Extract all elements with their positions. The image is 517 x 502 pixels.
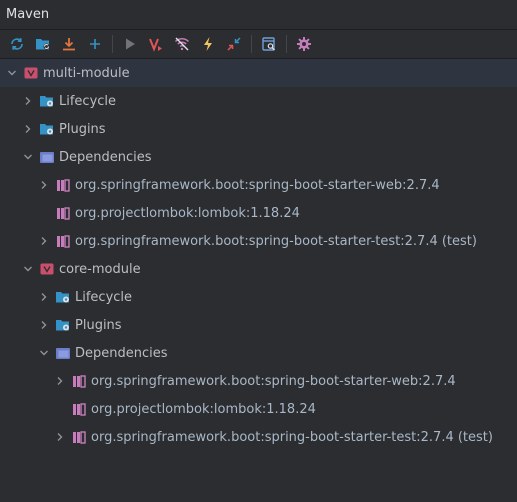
node-label: Dependencies — [59, 149, 152, 165]
node-label: Dependencies — [75, 345, 168, 361]
tree-node-lifecycle[interactable]: Lifecycle — [0, 87, 517, 115]
plugins-folder-icon — [38, 120, 56, 138]
node-label: Plugins — [75, 317, 122, 333]
dependency-label: org.projectlombok:lombok:1.18.24 — [91, 401, 316, 417]
chevron-right-icon[interactable] — [36, 233, 52, 249]
execute-maven-goal-button[interactable] — [143, 32, 169, 56]
execute-goal-icon — [149, 38, 162, 52]
maven-projects-tree: multi-module Lifecycle Plugins Dependenc… — [0, 59, 517, 451]
tree-node-lifecycle[interactable]: Lifecycle — [0, 283, 517, 311]
tree-node-core-module[interactable]: core-module — [0, 255, 517, 283]
node-label: Lifecycle — [59, 93, 117, 109]
chevron-right-icon[interactable] — [36, 317, 52, 333]
toolbar-separator — [112, 35, 113, 53]
library-icon — [70, 428, 88, 446]
node-label: Plugins — [59, 121, 106, 137]
chevron-right-icon[interactable] — [20, 121, 36, 137]
skip-tests-icon — [204, 37, 212, 51]
toolbar-separator — [286, 35, 287, 53]
reload-icon — [11, 38, 23, 50]
tree-node-dependency[interactable]: org.springframework.boot:spring-boot-sta… — [0, 367, 517, 395]
maven-toolbar — [0, 30, 517, 59]
generate-sources-icon — [36, 39, 50, 50]
add-maven-project-button[interactable] — [82, 32, 108, 56]
collapse-all-icon — [227, 37, 241, 51]
plugins-folder-icon — [54, 316, 72, 334]
library-icon — [70, 372, 88, 390]
maven-settings-button[interactable] — [291, 32, 317, 56]
dependencies-folder-icon — [38, 148, 56, 166]
dependencies-folder-icon — [54, 344, 72, 362]
tree-node-plugins[interactable]: Plugins — [0, 115, 517, 143]
dependency-label: org.springframework.boot:spring-boot-sta… — [75, 233, 477, 249]
chevron-right-icon[interactable] — [52, 373, 68, 389]
dependency-label: org.springframework.boot:spring-boot-sta… — [91, 429, 493, 445]
library-icon — [54, 232, 72, 250]
dependency-label: org.springframework.boot:spring-boot-sta… — [75, 177, 440, 193]
chevron-right-icon[interactable] — [52, 429, 68, 445]
maven-module-icon — [38, 260, 56, 278]
collapse-all-button[interactable] — [221, 32, 247, 56]
chevron-right-icon[interactable] — [36, 177, 52, 193]
toolbar-separator — [251, 35, 252, 53]
library-icon — [54, 204, 72, 222]
toggle-offline-button[interactable] — [169, 32, 195, 56]
tree-node-multi-module[interactable]: multi-module — [0, 59, 517, 87]
tree-node-dependency[interactable]: org.projectlombok:lombok:1.18.24 — [0, 199, 517, 227]
lifecycle-folder-icon — [54, 288, 72, 306]
chevron-right-icon[interactable] — [36, 289, 52, 305]
add-icon — [90, 39, 100, 49]
chevron-down-icon[interactable] — [20, 261, 36, 277]
maven-module-icon — [22, 64, 40, 82]
module-name: core-module — [59, 261, 141, 277]
run-maven-build-button[interactable] — [117, 32, 143, 56]
chevron-down-icon[interactable] — [20, 149, 36, 165]
library-icon — [54, 176, 72, 194]
analyze-dependencies-button[interactable] — [256, 32, 282, 56]
chevron-down-icon[interactable] — [4, 65, 20, 81]
node-label: Lifecycle — [75, 289, 133, 305]
tool-window-title: Maven — [6, 7, 50, 22]
skip-tests-button[interactable] — [195, 32, 221, 56]
download-icon — [63, 38, 75, 51]
run-icon — [126, 38, 135, 50]
tree-node-dependency[interactable]: org.projectlombok:lombok:1.18.24 — [0, 395, 517, 423]
lifecycle-folder-icon — [38, 92, 56, 110]
dependency-label: org.springframework.boot:spring-boot-sta… — [91, 373, 456, 389]
toggle-offline-icon — [174, 37, 190, 51]
tool-window-header: Maven — [0, 0, 517, 30]
chevron-right-icon[interactable] — [20, 93, 36, 109]
tree-node-dependency[interactable]: org.springframework.boot:spring-boot-sta… — [0, 171, 517, 199]
reload-button[interactable] — [4, 32, 30, 56]
generate-sources-button[interactable] — [30, 32, 56, 56]
module-name: multi-module — [43, 65, 130, 81]
chevron-down-icon[interactable] — [36, 345, 52, 361]
settings-icon — [297, 37, 311, 51]
tree-node-dependency[interactable]: org.springframework.boot:spring-boot-sta… — [0, 227, 517, 255]
download-button[interactable] — [56, 32, 82, 56]
dependency-label: org.projectlombok:lombok:1.18.24 — [75, 205, 300, 221]
library-icon — [70, 400, 88, 418]
tree-node-dependencies[interactable]: Dependencies — [0, 339, 517, 367]
tree-node-plugins[interactable]: Plugins — [0, 311, 517, 339]
analyze-dependencies-icon — [262, 37, 275, 51]
maven-tool-window: Maven multi-module Lifecycle Plugins Dep… — [0, 0, 517, 502]
tree-node-dependency[interactable]: org.springframework.boot:spring-boot-sta… — [0, 423, 517, 451]
tree-node-dependencies[interactable]: Dependencies — [0, 143, 517, 171]
